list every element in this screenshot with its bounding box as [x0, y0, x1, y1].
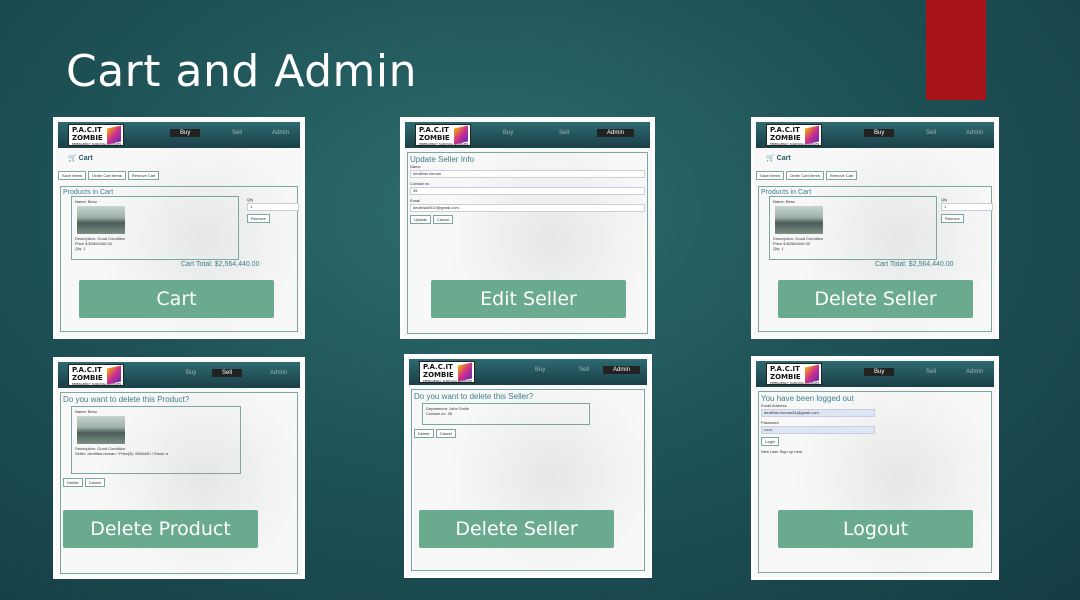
- panel-title: Products in Cart: [63, 189, 114, 196]
- logout-message: You have been logged out: [761, 394, 854, 403]
- product-card: Name: Benz Description: Good Condition P…: [71, 196, 239, 260]
- password-label: Password: [761, 420, 779, 425]
- cart-total: Cart Total: $2,564,440.00: [875, 261, 954, 268]
- product-image: [77, 206, 125, 234]
- email-label: Email: [410, 198, 421, 203]
- navbar: P.A.C.IT ZOMBIE EMERGENCY SURVIVAL SUPPLI…: [756, 361, 994, 387]
- logo: P.A.C.IT ZOMBIE EMERGENCY SURVIVAL SUPPLI…: [415, 124, 471, 146]
- seller-contact: Contact no: 35: [426, 411, 453, 416]
- panel-title: Products in Cart: [761, 189, 812, 196]
- nav-sell[interactable]: Sell: [926, 369, 936, 375]
- logo: P.A.C.IT ZOMBIE EMERGENCY SURVIVAL SUPPLI…: [68, 124, 124, 146]
- navbar: P.A.C.IT ZOMBIE EMERGENCY SURVIVAL SUPPLI…: [409, 359, 647, 385]
- nav-buy[interactable]: Buy: [864, 129, 895, 137]
- qty-input[interactable]: 1: [247, 203, 299, 211]
- navbar: P.A.C.IT ZOMBIE EMERGENCY SURVIVAL SUPPLI…: [58, 122, 300, 148]
- tab-save-items[interactable]: Save Items: [756, 171, 785, 180]
- qty-input[interactable]: 1: [941, 203, 993, 211]
- tab-remove-cart[interactable]: Remove Cart: [825, 171, 858, 180]
- nav-admin[interactable]: Admin: [272, 130, 289, 136]
- cart-heading: 🛒 Cart: [68, 155, 93, 162]
- password-input[interactable]: ••••••: [761, 426, 875, 434]
- signup-link[interactable]: New User Sign up here: [761, 449, 989, 454]
- product-image: [775, 206, 823, 234]
- nav-admin[interactable]: Admin: [966, 130, 983, 136]
- cancel-button[interactable]: Cancel: [432, 215, 454, 224]
- product-card: Name: Benz Description: Good Condition P…: [769, 196, 937, 260]
- email-input[interactable]: devilfala0010@gmail.com: [410, 204, 645, 212]
- product-qty: Qty: 1: [75, 246, 86, 251]
- caption-edit-seller: Edit Seller: [431, 280, 626, 318]
- navbar: P.A.C.IT ZOMBIE EMERGENCY SURVIVAL SUPPLI…: [405, 122, 650, 148]
- cancel-button[interactable]: Cancel: [84, 478, 106, 487]
- delete-button[interactable]: Delete: [414, 429, 434, 438]
- email-label: Email Address: [761, 403, 787, 408]
- nav-buy[interactable]: Buy: [535, 367, 545, 373]
- nav-admin[interactable]: Admin: [966, 369, 983, 375]
- tab-order-cart-items[interactable]: Order Cart Items: [786, 171, 824, 180]
- caption-logout: Logout: [778, 510, 973, 548]
- caption-delete-seller-top: Delete Seller: [778, 280, 973, 318]
- tab-order-cart-items[interactable]: Order Cart Items: [88, 171, 126, 180]
- nav-buy[interactable]: Buy: [503, 130, 513, 136]
- nav-sell[interactable]: Sell: [926, 130, 936, 136]
- remove-button[interactable]: Remove: [247, 214, 270, 223]
- contact-label: Contact no: [410, 181, 430, 186]
- nav-buy[interactable]: Buy: [186, 370, 196, 376]
- name-input[interactable]: devilfala rinman: [410, 170, 645, 178]
- cancel-button[interactable]: Cancel: [435, 429, 457, 438]
- logo: P.A.C.IT ZOMBIE EMERGENCY SURVIVAL SUPPLI…: [419, 361, 475, 383]
- qty-label: Qty: [941, 197, 948, 202]
- nav-admin[interactable]: Admin: [603, 366, 641, 374]
- tab-remove-cart[interactable]: Remove Cart: [127, 171, 160, 180]
- panel-title: Do you want to delete this Product?: [63, 395, 190, 404]
- update-button[interactable]: Update: [410, 215, 431, 224]
- product-name: Name: Benz: [75, 409, 98, 414]
- nav-sell[interactable]: Sell: [579, 367, 589, 373]
- product-image: [77, 416, 125, 444]
- remove-button[interactable]: Remove: [941, 214, 964, 223]
- product-qty: Qty: 1: [773, 246, 784, 251]
- logo: P.A.C.IT ZOMBIE EMERGENCY SURVIVAL SUPPLI…: [68, 364, 124, 386]
- nav-buy[interactable]: Buy: [864, 368, 895, 376]
- delete-button[interactable]: Delete: [63, 478, 83, 487]
- product-name: Name: Benz: [773, 199, 796, 204]
- caption-delete-seller-bottom: Delete Seller: [419, 510, 614, 548]
- product-detail: Seller: devilfala rinman / Price($): 256…: [75, 451, 169, 456]
- contact-input[interactable]: 35: [410, 187, 645, 195]
- product-card: Name: Benz Description: Good Condition S…: [71, 406, 241, 474]
- slide-title: Cart and Admin: [66, 46, 418, 97]
- navbar: P.A.C.IT ZOMBIE EMERGENCY SURVIVAL SUPPLI…: [58, 362, 300, 388]
- nav-buy[interactable]: Buy: [170, 129, 201, 137]
- cart-heading: 🛒 Cart: [766, 155, 791, 162]
- seller-card: Department: John Smith Contact no: 35: [422, 403, 590, 425]
- caption-cart: Cart: [79, 280, 274, 318]
- nav-sell[interactable]: Sell: [232, 130, 242, 136]
- accent-bar: [926, 0, 986, 100]
- tab-save-items[interactable]: Save Items: [58, 171, 87, 180]
- logo: P.A.C.IT ZOMBIE EMERGENCY SURVIVAL SUPPLI…: [766, 363, 822, 385]
- name-label: Name: [410, 164, 421, 169]
- nav-admin[interactable]: Admin: [270, 370, 287, 376]
- caption-delete-product: Delete Product: [63, 510, 258, 548]
- logo: P.A.C.IT ZOMBIE EMERGENCY SURVIVAL SUPPLI…: [766, 124, 822, 146]
- cart-total: Cart Total: $2,564,440.00: [181, 261, 260, 268]
- nav-sell[interactable]: Sell: [559, 130, 569, 136]
- qty-label: Qty: [247, 197, 254, 202]
- panel-title: Do you want to delete this Seller?: [414, 392, 534, 401]
- nav-admin[interactable]: Admin: [597, 129, 635, 137]
- nav-sell[interactable]: Sell: [212, 369, 243, 377]
- login-button[interactable]: Login: [761, 437, 779, 446]
- form-title: Update Seller Info: [410, 155, 475, 164]
- product-name: Name: Benz: [75, 199, 98, 204]
- email-input[interactable]: devilfala.rinman34@gmail.com: [761, 409, 875, 417]
- navbar: P.A.C.IT ZOMBIE EMERGENCY SURVIVAL SUPPLI…: [756, 122, 994, 148]
